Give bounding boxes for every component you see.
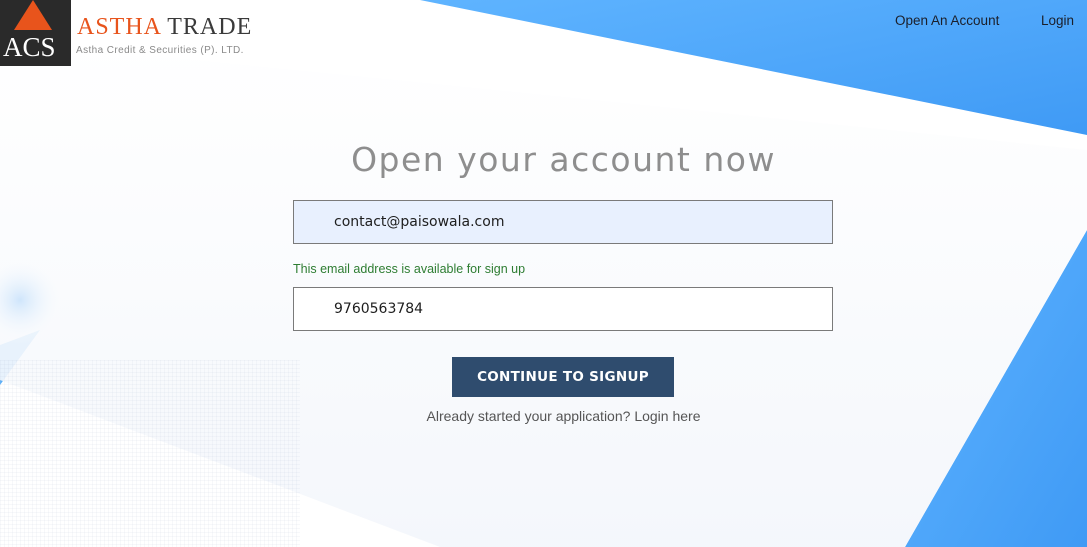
nav-open-account[interactable]: Open An Account (895, 13, 999, 28)
already-started-label: Already started your application? (426, 408, 631, 424)
continue-to-signup-button[interactable]: CONTINUE TO SIGNUP (452, 357, 674, 397)
already-started-text: Already started your application? Login … (0, 408, 1087, 424)
brand-logo[interactable]: ACS ASTHA TRADE Astha Credit & Securitie… (0, 0, 280, 66)
brand-name-part2: TRADE (167, 14, 253, 40)
login-here-link[interactable]: Login here (634, 408, 700, 424)
page-title: Open your account now (351, 140, 776, 179)
brand-name-part1: ASTHA (77, 14, 161, 40)
brand-name: ASTHA TRADE (77, 14, 252, 41)
logo-text: ACS (3, 32, 56, 62)
phone-field[interactable] (293, 287, 833, 331)
logo-mark: ACS (0, 0, 71, 66)
grid-texture (0, 360, 300, 547)
triangle-icon (14, 0, 52, 30)
brand-subtitle: Astha Credit & Securities (P). LTD. (76, 45, 244, 56)
email-field[interactable] (293, 200, 833, 244)
email-availability-hint: This email address is available for sign… (293, 262, 526, 276)
nav-login[interactable]: Login (1041, 13, 1074, 28)
